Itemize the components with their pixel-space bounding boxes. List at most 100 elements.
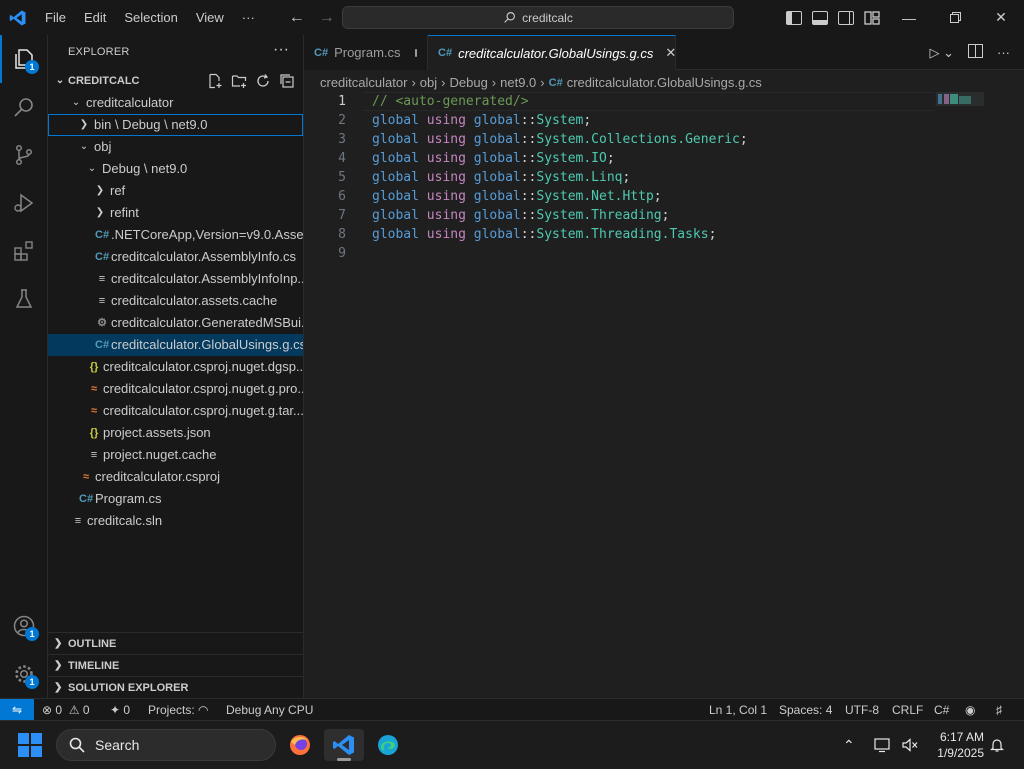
tree-file[interactable]: C# Program.cs — [48, 488, 303, 510]
menu-file[interactable]: File — [36, 0, 75, 35]
timeline-section[interactable]: ❯ TIMELINE — [48, 654, 303, 676]
text-file-icon: ≡ — [98, 295, 106, 307]
menu-more[interactable]: ··· — [233, 0, 264, 35]
search-icon[interactable] — [0, 83, 48, 131]
show-hidden-icons[interactable]: ⌃ — [843, 721, 855, 769]
outline-section[interactable]: ❯ OUTLINE — [48, 632, 303, 654]
tree-folder[interactable]: ❯ refint — [48, 202, 303, 224]
remote-indicator-icon[interactable]: ⇋ — [0, 699, 34, 721]
breadcrumb-item[interactable]: obj — [420, 72, 437, 94]
tree-file[interactable]: {} project.assets.json — [48, 422, 303, 444]
edge-icon[interactable] — [368, 729, 408, 761]
extensions-icon[interactable] — [0, 227, 48, 275]
solution-explorer-section[interactable]: ❯ SOLUTION EXPLORER — [48, 676, 303, 698]
forward-arrow-icon[interactable]: → — [312, 9, 342, 27]
encoding[interactable]: UTF-8 — [845, 699, 879, 721]
tree-item-label: obj — [94, 139, 112, 154]
minimize-button[interactable]: — — [886, 0, 932, 35]
breadcrumb-item[interactable]: creditcalculator — [320, 72, 407, 94]
toggle-secondary-sidebar-icon[interactable] — [838, 10, 854, 25]
testing-icon[interactable] — [0, 275, 48, 323]
tree-file[interactable]: {} creditcalculator.csproj.nuget.dgsp... — [48, 356, 303, 378]
new-folder-icon[interactable] — [231, 73, 247, 89]
language-mode[interactable]: C# — [934, 699, 949, 721]
breadcrumb-item[interactable]: creditcalculator.GlobalUsings.g.cs — [567, 72, 762, 94]
problems-indicator[interactable]: ⊗ 0 ⚠ 0 — [42, 699, 90, 721]
tree-folder[interactable]: ❯ bin \ Debug \ net9.0 — [48, 114, 303, 136]
tree-file[interactable]: ≡ creditcalculator.AssemblyInfoInp... — [48, 268, 303, 290]
tree-file[interactable]: ≡ creditcalculator.assets.cache — [48, 290, 303, 312]
close-window-button[interactable]: ✕ — [978, 0, 1024, 35]
notification-bell-icon[interactable] — [989, 721, 1005, 769]
tree-file[interactable]: ≈ creditcalculator.csproj.nuget.g.tar... — [48, 400, 303, 422]
tree-file[interactable]: ≡ creditcalc.sln — [48, 510, 303, 532]
accounts-icon[interactable]: 1 — [0, 602, 48, 650]
run-debug-icon[interactable] — [0, 179, 48, 227]
chevron-down-icon: ⌄ — [55, 75, 65, 86]
restore-button[interactable] — [932, 0, 978, 35]
minimap[interactable] — [936, 92, 986, 112]
volume-muted-icon[interactable] — [901, 721, 919, 769]
keyword-global: global — [372, 151, 419, 166]
code-line: 2 global using global::System; — [304, 111, 1024, 130]
line-ending[interactable]: CRLF — [892, 699, 923, 721]
split-editor-icon[interactable] — [968, 44, 983, 61]
manage-gear-icon[interactable]: 1 — [0, 650, 48, 698]
customize-layout-icon[interactable] — [864, 10, 880, 25]
semicolon: ; — [653, 189, 662, 204]
breadcrumb-item[interactable]: Debug — [449, 72, 487, 94]
menu-view[interactable]: View — [187, 0, 233, 35]
indentation[interactable]: Spaces: 4 — [779, 699, 832, 721]
back-arrow-icon[interactable]: ← — [282, 9, 312, 27]
refresh-icon[interactable] — [255, 73, 271, 89]
firefox-icon[interactable] — [280, 729, 320, 761]
tree-file[interactable]: ≈ creditcalculator.csproj.nuget.g.pro... — [48, 378, 303, 400]
gear-file-icon: ⚙ — [97, 317, 107, 329]
code-editor[interactable]: 1 // <auto-generated/> 2 global using globa… — [304, 92, 1024, 263]
tree-file[interactable]: ⚙ creditcalculator.GeneratedMSBui... — [48, 312, 303, 334]
ports-indicator[interactable]: ✦ 0 — [110, 699, 130, 721]
tree-item-label: refint — [110, 205, 139, 220]
build-config[interactable]: Debug Any CPU — [226, 699, 313, 721]
unsaved-dot-icon[interactable] — [414, 48, 417, 57]
line-number: 2 — [338, 113, 346, 128]
explorer-icon[interactable]: 1 — [0, 35, 48, 83]
keyword-global-alias: global — [473, 227, 521, 242]
tree-file[interactable]: C# creditcalculator.GlobalUsings.g.cs — [48, 334, 303, 356]
breadcrumb-item[interactable]: net9.0 — [500, 72, 536, 94]
tree-file[interactable]: ≈ creditcalculator.csproj — [48, 466, 303, 488]
tree-file[interactable]: ≡ project.nuget.cache — [48, 444, 303, 466]
command-center-search[interactable]: creditcalc — [342, 6, 734, 29]
collapse-all-icon[interactable] — [279, 73, 295, 89]
more-actions-icon[interactable]: ··· — [997, 45, 1010, 60]
windows-start-icon[interactable] — [18, 733, 42, 757]
more-actions-icon[interactable]: ··· — [273, 41, 289, 59]
line-number: 1 — [338, 94, 346, 109]
source-control-icon[interactable] — [0, 131, 48, 179]
network-icon[interactable] — [873, 721, 891, 769]
menu-selection[interactable]: Selection — [115, 0, 186, 35]
copilot-icon[interactable]: ◉ — [965, 699, 975, 721]
tree-file[interactable]: C# .NETCoreApp,Version=v9.0.Asse... — [48, 224, 303, 246]
close-tab-icon[interactable]: ✕ — [665, 45, 676, 61]
new-file-icon[interactable] — [207, 73, 223, 89]
scope-separator: :: — [520, 208, 537, 223]
notifications-bell-icon[interactable]: ♯ — [996, 699, 1002, 721]
tree-folder[interactable]: ❯ ref — [48, 180, 303, 202]
toggle-panel-icon[interactable] — [812, 10, 828, 25]
cursor-position[interactable]: Ln 1, Col 1 — [709, 699, 767, 721]
tab-globalusings[interactable]: C# creditcalculator.GlobalUsings.g.cs ✕ — [428, 35, 676, 70]
tree-folder[interactable]: ⌄ obj — [48, 136, 303, 158]
taskbar-search[interactable]: Search — [56, 729, 276, 761]
menu-edit[interactable]: Edit — [75, 0, 115, 35]
projects-status[interactable]: Projects: ◠ — [148, 699, 209, 721]
tree-file[interactable]: C# creditcalculator.AssemblyInfo.cs — [48, 246, 303, 268]
vscode-taskbar-icon[interactable] — [324, 729, 364, 761]
toggle-primary-sidebar-icon[interactable] — [786, 10, 802, 25]
scope-separator: :: — [520, 227, 537, 242]
tab-program-cs[interactable]: C# Program.cs — [304, 35, 428, 70]
tree-folder[interactable]: ⌄ Debug \ net9.0 — [48, 158, 303, 180]
tree-folder[interactable]: ⌄ creditcalculator — [48, 92, 303, 114]
run-icon[interactable]: ▷ ⌄ — [929, 45, 954, 61]
system-clock[interactable]: 6:17 AM 1/9/2025 — [924, 729, 984, 761]
